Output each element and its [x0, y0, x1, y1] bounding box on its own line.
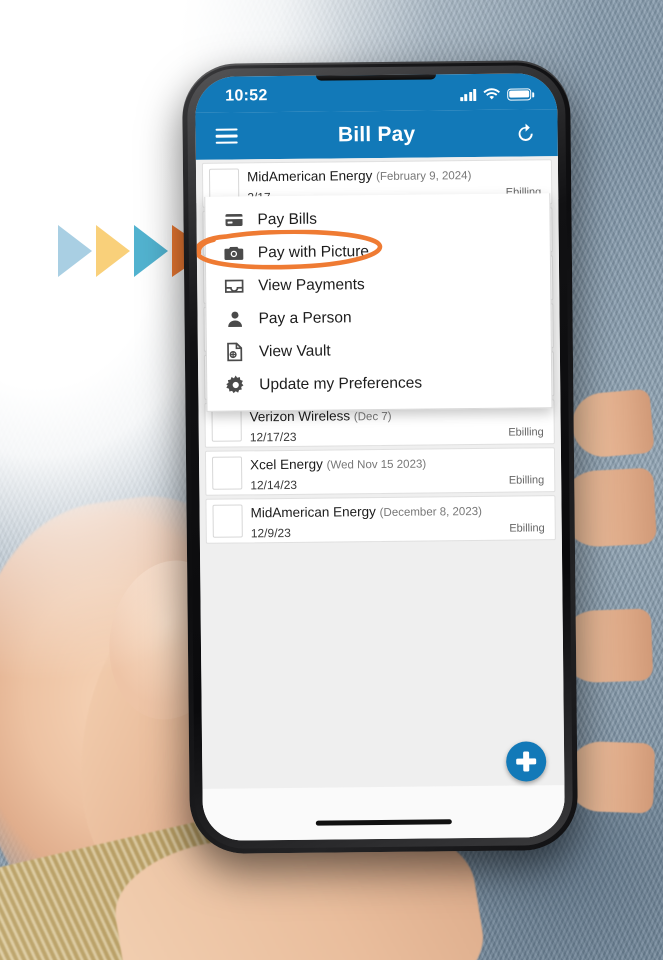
arrow-triangle-2 [96, 225, 130, 277]
menu-item-label: Pay Bills [257, 210, 318, 228]
credit-card-icon [222, 210, 244, 230]
menu-item-label: View Vault [258, 342, 331, 360]
menu-item-view-vault[interactable]: View Vault [207, 332, 551, 369]
vault-document-icon [224, 342, 246, 362]
bill-document-thumbnail [212, 504, 243, 538]
bill-payee: MidAmerican Energy [246, 168, 373, 185]
bill-date: (Dec 7) [353, 410, 392, 424]
phone-screen: 10:52 Bill Pay MidAmerican Energy (Febru… [195, 73, 565, 841]
plus-icon-vertical [523, 751, 530, 772]
menu-item-pay-with-picture[interactable]: Pay with Picture [206, 233, 550, 270]
camera-icon [223, 243, 245, 263]
bill-due-date: 12/17/23 [249, 429, 297, 445]
bill-document-thumbnail [211, 408, 242, 442]
person-icon [223, 309, 245, 329]
status-icons [459, 87, 532, 101]
menu-item-pay-bills[interactable]: Pay Bills [205, 200, 549, 237]
bill-payee-line: Xcel Energy (Wed Nov 15 2023) [250, 456, 426, 473]
screen-bottom-area [202, 785, 565, 841]
app-bar: Bill Pay [195, 109, 558, 160]
bill-due-date: 12/14/23 [250, 477, 298, 493]
menu-item-label: Pay a Person [258, 308, 352, 327]
menu-item-view-payments[interactable]: View Payments [206, 266, 550, 303]
bill-date: (Wed Nov 15 2023) [326, 458, 427, 472]
signal-bars-icon [459, 88, 477, 101]
bill-document-thumbnail [211, 456, 243, 490]
bill-row[interactable]: MidAmerican Energy (December 8, 2023) 12/… [205, 495, 556, 544]
battery-icon [507, 87, 532, 101]
menu-item-label: View Payments [258, 275, 365, 294]
bill-date: (February 9, 2024) [376, 170, 472, 184]
bill-row[interactable]: Xcel Energy (Wed Nov 15 2023) 12/14/23 Ebi… [204, 447, 556, 496]
i-want-to-menu[interactable]: Pay Bills Pay with Picture View Payments Pa… [195, 193, 553, 412]
bill-date: (December 8, 2023) [379, 505, 482, 520]
bill-payee-line: MidAmerican Energy (February 9, 2024) [247, 167, 471, 184]
wifi-icon [483, 87, 500, 99]
bill-status-badge: Ebilling [508, 474, 545, 487]
bill-status-badge: Ebilling [509, 522, 545, 535]
bill-payee: MidAmerican Energy [250, 504, 376, 521]
add-bill-fab[interactable] [505, 741, 547, 782]
bill-payee-line: MidAmerican Energy (December 8, 2023) [250, 503, 481, 520]
menu-item-update-my-preferences[interactable]: Update my Preferences [207, 365, 551, 402]
status-time: 10:52 [225, 87, 268, 105]
finger-ring [564, 740, 656, 814]
menu-item-pay-a-person[interactable]: Pay a Person [206, 299, 550, 336]
inbox-tray-icon [223, 276, 245, 296]
menu-item-label: Update my Preferences [259, 374, 423, 393]
arrow-triangle-3 [134, 225, 168, 277]
bill-status-badge: Ebilling [508, 426, 544, 439]
bill-due-date: 12/9/23 [250, 525, 291, 541]
arrow-triangle-1 [58, 225, 92, 277]
phone-device: 10:52 Bill Pay MidAmerican Energy (Febru… [181, 59, 579, 855]
page-title: Bill Pay [337, 122, 416, 146]
bill-payee: Xcel Energy [249, 456, 323, 473]
hamburger-menu-icon[interactable] [215, 128, 238, 145]
refresh-icon[interactable] [513, 121, 537, 145]
gear-icon [224, 375, 246, 395]
menu-item-label: Pay with Picture [257, 242, 370, 261]
